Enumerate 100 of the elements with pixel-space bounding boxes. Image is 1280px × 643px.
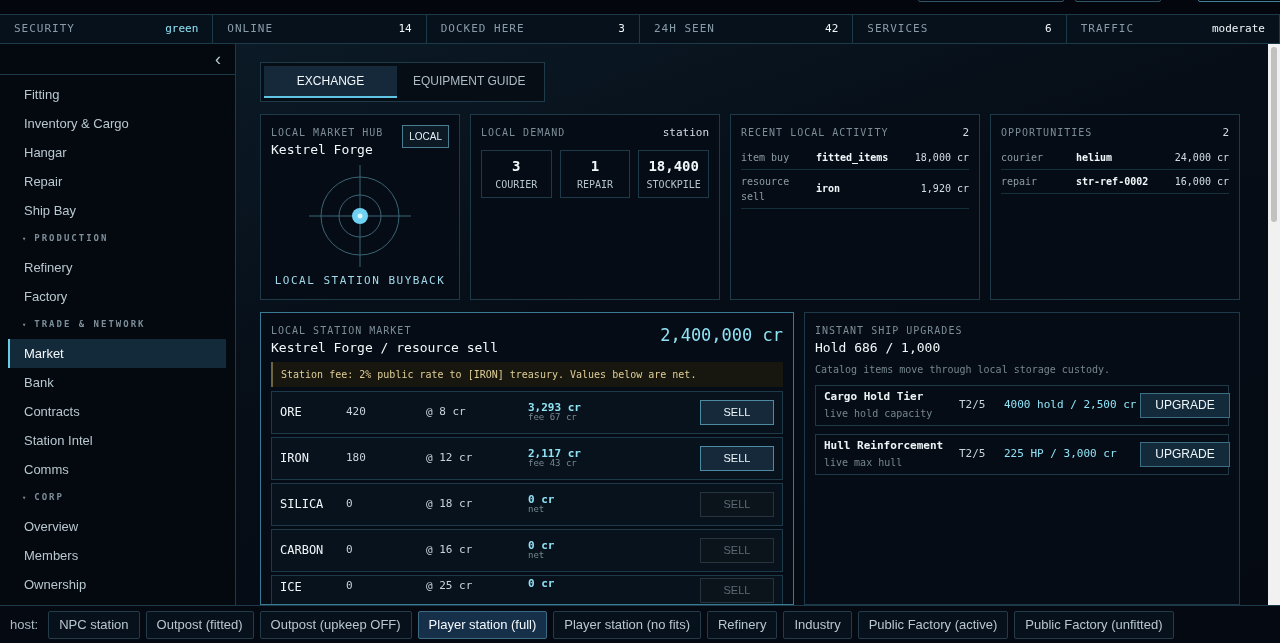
stat-label: 24H SEEN bbox=[654, 20, 715, 37]
host-option[interactable]: Player station (full) bbox=[417, 610, 548, 639]
sidebar-item[interactable]: Overview bbox=[8, 512, 226, 541]
total-value: 2,117 cr bbox=[528, 447, 582, 460]
stat-value: moderate bbox=[1212, 20, 1265, 37]
row-type: courier bbox=[1001, 150, 1045, 165]
total-value: 3,293 cr bbox=[528, 401, 582, 414]
stat-value: 3 bbox=[511, 156, 522, 176]
sidebar-item[interactable]: Contracts bbox=[8, 397, 226, 426]
quantity: 0 bbox=[346, 541, 354, 558]
stat-value: 42 bbox=[825, 20, 839, 37]
stat-value: 1 bbox=[589, 156, 601, 176]
stat-label: SECURITY bbox=[14, 20, 75, 37]
row-type: resource sell bbox=[741, 174, 791, 204]
sidebar-item[interactable]: Repair bbox=[8, 167, 226, 196]
host-option[interactable]: Player station (no fits) bbox=[553, 610, 701, 639]
sell-button[interactable]: SELL bbox=[700, 445, 774, 471]
total-value: 0 cr bbox=[528, 539, 556, 552]
count-label: 2 bbox=[962, 125, 969, 141]
sidebar-item[interactable]: Refinery bbox=[8, 253, 226, 282]
fee-note: net bbox=[528, 505, 546, 515]
tier-label: T2/5 bbox=[959, 445, 987, 462]
collapse-button[interactable]: ‹ bbox=[211, 50, 225, 68]
stat-label: SERVICES bbox=[867, 20, 929, 37]
fee-note: net bbox=[528, 551, 546, 561]
host-option[interactable]: Industry bbox=[783, 610, 852, 639]
unit-price: @ 25 cr bbox=[426, 577, 474, 594]
caption: LOCAL STATION BUYBACK bbox=[273, 272, 447, 289]
section-heading: PRODUCTION bbox=[34, 232, 109, 246]
section-heading: CORP bbox=[34, 491, 64, 505]
panel-title: RECENT LOCAL ACTIVITY bbox=[741, 126, 889, 140]
sidebar-item[interactable]: Fitting bbox=[8, 80, 226, 109]
sidebar-item[interactable]: Bank bbox=[8, 368, 226, 397]
total-value: 0 cr bbox=[528, 577, 556, 590]
local-badge: LOCAL bbox=[402, 125, 449, 148]
upgrade-name: Cargo Hold Tier bbox=[824, 389, 925, 406]
row-item: str-ref-0002 bbox=[1076, 174, 1150, 189]
host-option[interactable]: Public Factory (unfitted) bbox=[1014, 610, 1174, 639]
resource-name: SILICA bbox=[280, 496, 325, 513]
stat-label: STOCKPILE bbox=[645, 177, 702, 192]
sidebar-item[interactable]: Comms bbox=[8, 455, 226, 484]
upgrade-button[interactable]: UPGRADE bbox=[1140, 392, 1230, 418]
fee-notice: Station fee: 2% public rate to [IRON] treasury. Values below are net. bbox=[271, 361, 783, 387]
station-name: Kestrel Forge bbox=[271, 141, 374, 159]
host-option[interactable]: Refinery bbox=[707, 610, 778, 639]
quantity: 0 bbox=[346, 577, 354, 594]
market-subtitle: Kestrel Forge / resource sell bbox=[271, 339, 498, 357]
row-type: repair bbox=[1001, 174, 1039, 189]
balance-amount: 2,400,000 cr bbox=[660, 324, 783, 347]
sidebar-item[interactable]: Station Intel bbox=[8, 426, 226, 455]
total-value: 0 cr bbox=[528, 493, 556, 506]
quantity: 420 bbox=[346, 403, 367, 420]
resource-name: ICE bbox=[280, 578, 303, 596]
stat-label: ONLINE bbox=[227, 20, 274, 37]
upgrade-description: live hold capacity bbox=[824, 406, 934, 421]
row-amount: 18,000 cr bbox=[914, 150, 969, 165]
sell-button[interactable]: SELL bbox=[700, 399, 774, 425]
quantity: 180 bbox=[346, 449, 367, 466]
host-option[interactable]: NPC station bbox=[48, 610, 140, 639]
row-amount: 24,000 cr bbox=[1174, 150, 1229, 165]
panel-title: INSTANT SHIP UPGRADES bbox=[815, 324, 964, 338]
unit-price: @ 8 cr bbox=[426, 403, 467, 420]
stat-label: TRAFFIC bbox=[1080, 20, 1134, 37]
sidebar-item[interactable]: Factory bbox=[8, 282, 226, 311]
host-label: host: bbox=[10, 615, 39, 634]
stat-value: 18,400 bbox=[647, 156, 700, 176]
unit-price: @ 16 cr bbox=[426, 541, 474, 558]
section-heading: TRADE & NETWORK bbox=[34, 318, 146, 332]
tab[interactable]: EQUIPMENT GUIDE bbox=[397, 66, 542, 98]
stat-value: 14 bbox=[398, 20, 412, 37]
host-option[interactable]: Outpost (upkeep OFF) bbox=[259, 610, 412, 639]
row-item: fitted_items bbox=[816, 150, 890, 165]
sidebar-item[interactable]: Hangar bbox=[8, 138, 226, 167]
tab[interactable]: EXCHANGE bbox=[264, 66, 397, 98]
fee-note: fee 43 cr bbox=[528, 459, 578, 469]
sidebar-item[interactable]: Ownership bbox=[8, 570, 226, 599]
upgrade-description: live max hull bbox=[824, 455, 904, 470]
sidebar-item[interactable]: Inventory & Cargo bbox=[8, 109, 226, 138]
row-amount: 16,000 cr bbox=[1174, 174, 1229, 189]
host-option[interactable]: Outpost (fitted) bbox=[145, 610, 254, 639]
upgrade-cost: 4000 hold / 2,500 cr bbox=[1004, 396, 1138, 413]
sidebar-item[interactable]: Members bbox=[8, 541, 226, 570]
upgrade-cost: 225 HP / 3,000 cr bbox=[1004, 445, 1118, 462]
stat-label: REPAIR bbox=[575, 177, 615, 192]
sidebar-item[interactable]: Market bbox=[8, 339, 226, 368]
upgrades-note: Catalog items move through local storage custody. bbox=[815, 362, 1111, 377]
resource-name: CARBON bbox=[280, 542, 325, 559]
hold-capacity: Hold 686 / 1,000 bbox=[815, 339, 942, 357]
scrollbar[interactable] bbox=[1268, 44, 1280, 605]
row-type: item buy bbox=[741, 150, 791, 165]
row-amount: 1,920 cr bbox=[920, 182, 969, 196]
stat-label: DOCKED HERE bbox=[440, 20, 525, 37]
fee-note: fee 67 cr bbox=[528, 413, 578, 423]
tier-label: T2/5 bbox=[959, 396, 987, 413]
panel-title: LOCAL DEMAND bbox=[481, 126, 566, 140]
upgrade-button[interactable]: UPGRADE bbox=[1140, 441, 1230, 467]
sidebar-item[interactable]: Ship Bay bbox=[8, 196, 226, 225]
host-option[interactable]: Public Factory (active) bbox=[857, 610, 1009, 639]
quantity: 0 bbox=[346, 495, 354, 512]
resource-name: ORE bbox=[280, 404, 303, 421]
